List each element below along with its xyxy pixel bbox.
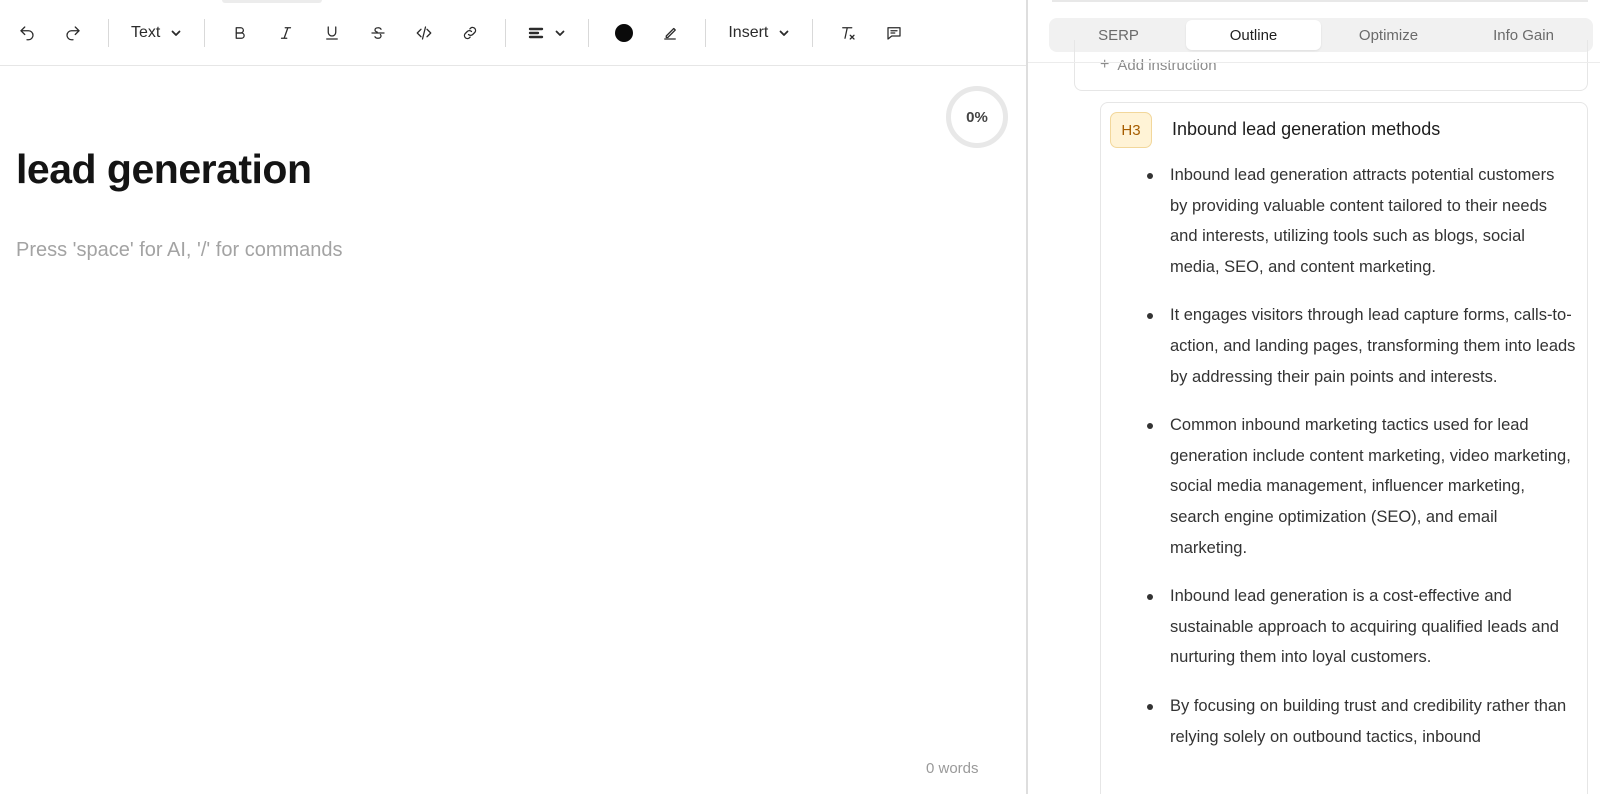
align-left-icon [529, 27, 544, 38]
panel-top-border [1052, 0, 1588, 2]
underline-button[interactable] [313, 16, 351, 50]
underline-icon [326, 25, 339, 40]
outline-bullet-list: Inbound lead generation attracts potenti… [1126, 160, 1576, 770]
editor-toolbar: Text Insert [0, 0, 1026, 66]
word-count: 0 words [926, 760, 979, 777]
app-window: Text Insert 0% lead generation Press 'sp… [0, 0, 1600, 794]
content-score-ring: 0% [946, 86, 1008, 148]
list-item[interactable]: Inbound lead generation attracts potenti… [1126, 160, 1576, 282]
code-button[interactable] [405, 16, 443, 50]
outline-section-heading[interactable]: Inbound lead generation methods [1172, 119, 1440, 140]
content-score-value: 0% [966, 108, 988, 126]
bold-button[interactable] [221, 16, 259, 50]
document-title[interactable]: lead generation [16, 146, 312, 193]
chevron-down-icon [171, 30, 181, 36]
editor-pane: Text Insert 0% lead generation Press 'sp… [0, 0, 1026, 794]
heading-level-badge[interactable]: H3 [1110, 112, 1152, 148]
align-dropdown[interactable] [518, 16, 576, 50]
list-item[interactable]: Common inbound marketing tactics used fo… [1126, 410, 1576, 563]
strikethrough-button[interactable] [359, 16, 397, 50]
text-color-button[interactable] [605, 16, 643, 50]
text-style-dropdown[interactable]: Text [121, 16, 192, 50]
strikethrough-icon [371, 26, 385, 39]
link-button[interactable] [451, 16, 489, 50]
text-color-swatch [615, 23, 634, 42]
tabs-bottom-border [1028, 62, 1600, 63]
code-icon [416, 25, 432, 40]
list-item[interactable]: Inbound lead generation is a cost-effect… [1126, 581, 1576, 673]
italic-icon [281, 26, 292, 39]
add-instruction-button[interactable]: + Add instruction [1100, 56, 1217, 74]
clear-format-icon [842, 26, 855, 40]
clear-format-button[interactable] [829, 16, 867, 50]
redo-button[interactable] [54, 16, 92, 50]
chevron-down-icon [555, 30, 565, 36]
highlight-button[interactable] [651, 16, 689, 50]
editor-body-placeholder[interactable]: Press 'space' for AI, '/' for commands [16, 239, 343, 262]
toolbar-divider [588, 18, 590, 47]
undo-icon [20, 25, 34, 40]
link-icon [464, 26, 477, 39]
plus-icon: + [1100, 56, 1110, 73]
bold-icon [235, 26, 246, 39]
text-style-label: Text [131, 23, 161, 41]
insert-label: Insert [728, 23, 769, 41]
add-instruction-label: Add instruction [1117, 56, 1217, 74]
comment-icon [887, 26, 901, 40]
undo-button[interactable] [8, 16, 46, 50]
toolbar-divider [505, 18, 507, 47]
toolbar-divider [705, 18, 707, 47]
toolbar-divider [108, 18, 109, 47]
insert-dropdown[interactable]: Insert [718, 16, 800, 50]
side-panel: SERP Outline Optimize Info Gain + Add in… [1028, 0, 1600, 794]
toolbar-divider [812, 18, 814, 47]
toolbar-divider [204, 18, 206, 47]
redo-icon [66, 25, 80, 40]
comment-button[interactable] [875, 16, 913, 50]
list-item[interactable]: By focusing on building trust and credib… [1126, 691, 1576, 752]
italic-button[interactable] [267, 16, 305, 50]
chevron-down-icon [779, 30, 789, 36]
list-item[interactable]: It engages visitors through lead capture… [1126, 300, 1576, 392]
highlighter-icon [664, 27, 677, 40]
